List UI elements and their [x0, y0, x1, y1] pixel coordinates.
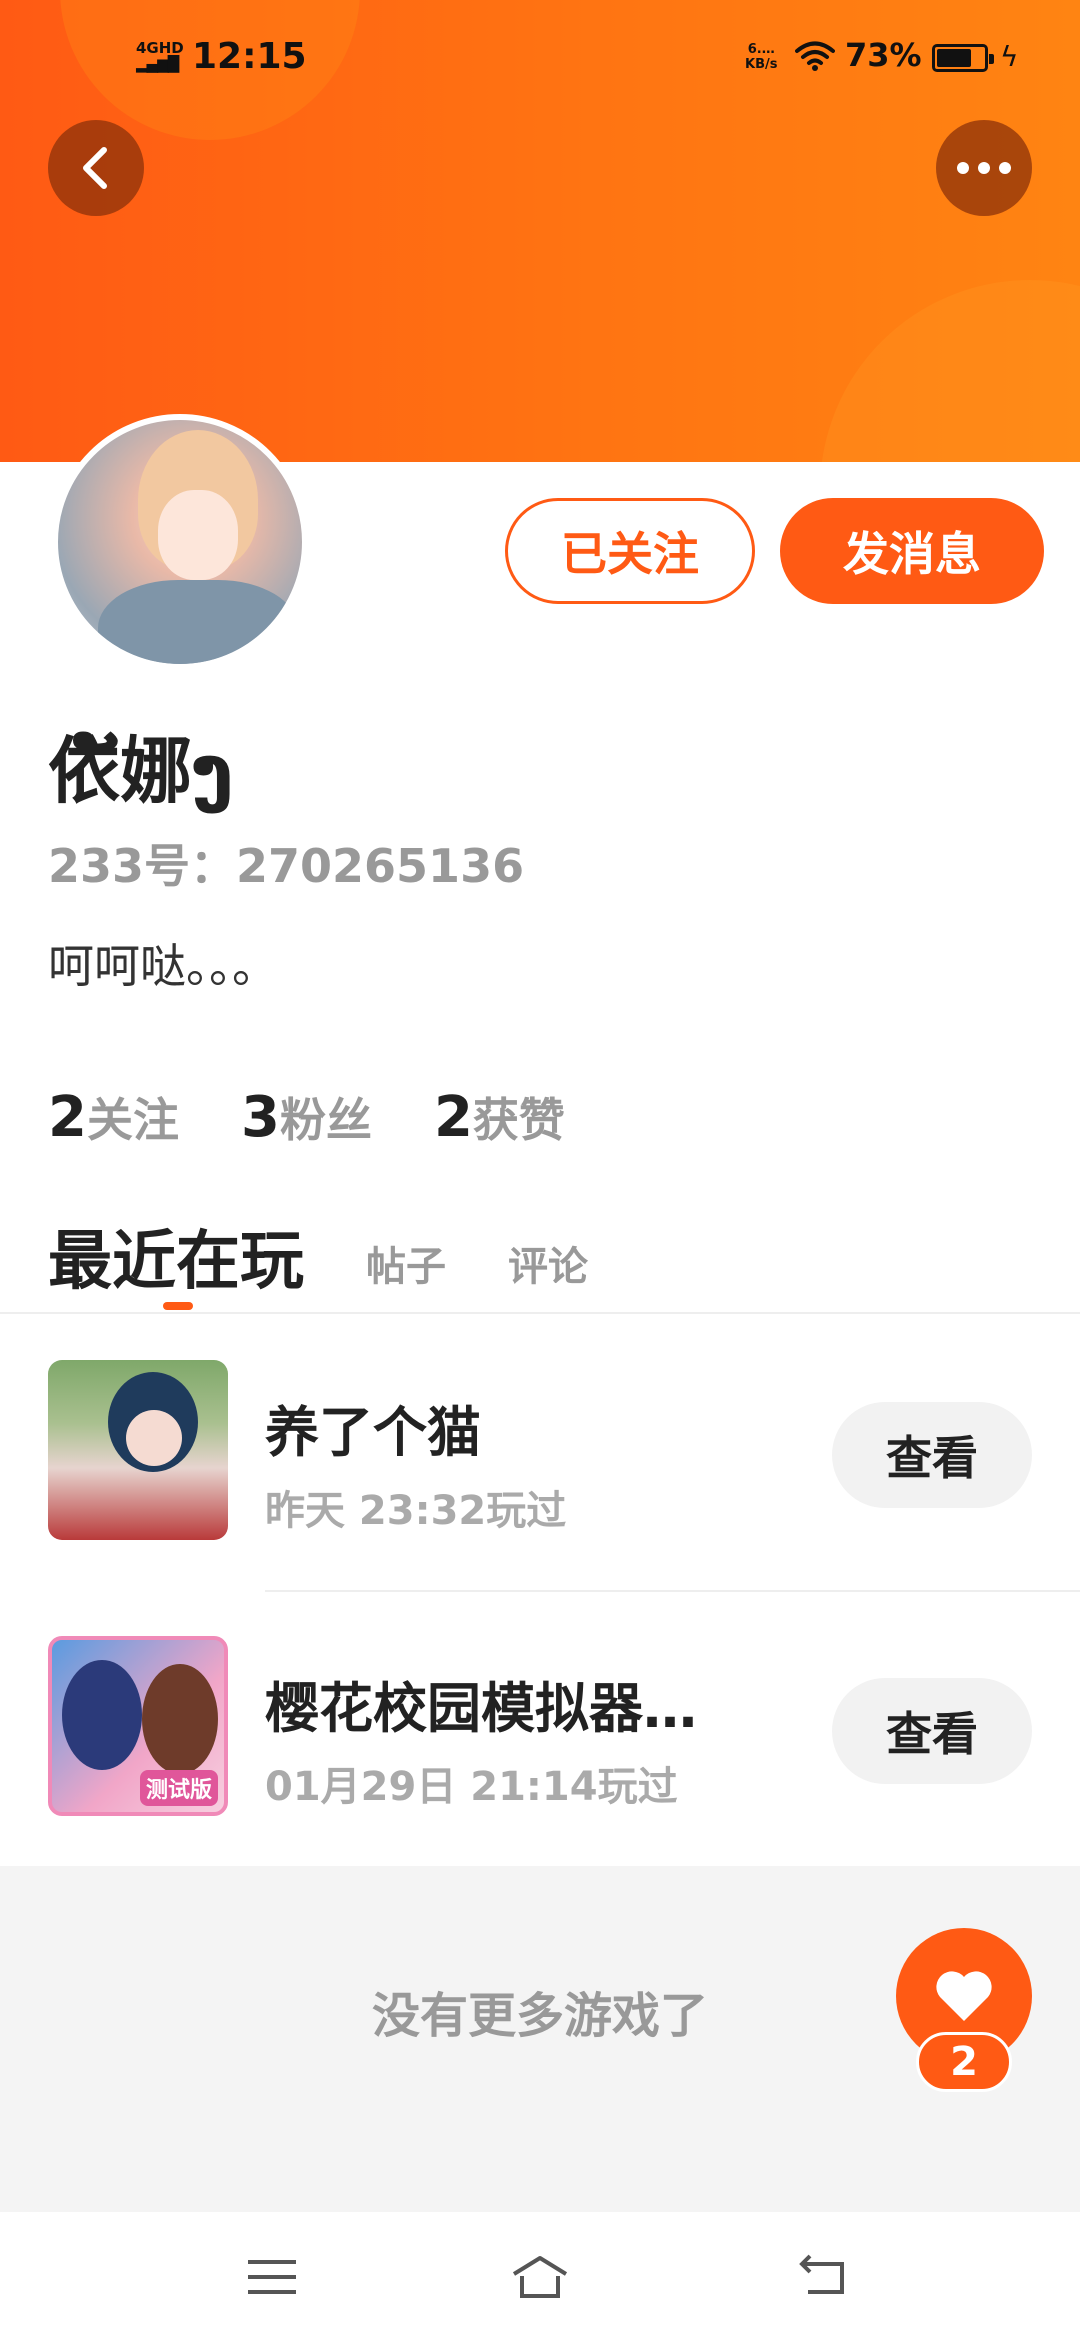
charging-icon: ϟ — [1000, 40, 1019, 73]
following-button[interactable]: 已关注 — [505, 498, 755, 604]
game-icon: 测试版 — [48, 1636, 228, 1816]
stats-row: 2关注 3粉丝 2获赞 — [48, 1084, 565, 1150]
battery-icon — [932, 44, 994, 72]
username: 依ັ娜ງ — [48, 729, 233, 813]
battery-percent: 73% — [845, 36, 922, 74]
active-tab-indicator — [163, 1302, 193, 1310]
stat-following[interactable]: 2关注 — [48, 1084, 179, 1150]
heart-icon — [936, 1971, 992, 2021]
game-last-played: 昨天 23:32玩过 — [265, 1488, 567, 1534]
network-speed-unit: KB/s — [745, 57, 778, 72]
back-button[interactable] — [48, 120, 144, 216]
game-icon — [48, 1360, 228, 1540]
home-icon[interactable] — [510, 2252, 570, 2302]
avatar[interactable] — [52, 414, 308, 670]
stat-fans-label: 粉丝 — [279, 1093, 372, 1147]
send-message-button[interactable]: 发消息 — [780, 498, 1044, 604]
status-bar: 4GHD ▂▄▆█ 12:15 6.… KB/s 73% ϟ — [0, 30, 1080, 90]
user-bio: 呵呵哒。。。 — [48, 939, 278, 993]
wifi-icon — [795, 41, 835, 71]
list-item[interactable]: 测试版 樱花校园模拟器… 01月29日 21:14玩过 查看 — [0, 1606, 1080, 1876]
like-count-badge: 2 — [916, 2032, 1012, 2092]
profile-header-banner: 4GHD ▂▄▆█ 12:15 6.… KB/s 73% ϟ — [0, 0, 1080, 462]
more-options-button[interactable] — [936, 120, 1032, 216]
tab-posts[interactable]: 帖子 — [366, 1234, 446, 1314]
beta-badge: 测试版 — [139, 1770, 218, 1806]
game-last-played: 01月29日 21:14玩过 — [265, 1764, 678, 1810]
more-dots-icon — [957, 162, 1011, 174]
menu-icon[interactable] — [242, 2252, 302, 2302]
tab-comments[interactable]: 评论 — [508, 1234, 588, 1314]
game-title: 樱花校园模拟器… — [265, 1677, 697, 1740]
tab-recently-played[interactable]: 最近在玩 — [48, 1210, 304, 1314]
tabs-divider — [0, 1312, 1080, 1314]
stat-likes[interactable]: 2获赞 — [434, 1084, 565, 1150]
signal-icon: ▂▄▆█ — [136, 55, 179, 73]
stat-likes-label: 获赞 — [472, 1093, 565, 1147]
list-divider — [265, 1590, 1080, 1592]
game-title: 养了个猫 — [265, 1401, 481, 1464]
network-speed-value: 6.… — [747, 42, 775, 57]
network-indicator: 4GHD ▂▄▆█ — [136, 40, 184, 72]
stat-following-label: 关注 — [86, 1093, 179, 1147]
chevron-left-icon — [83, 147, 107, 189]
system-nav-bar — [0, 2212, 1080, 2340]
network-speed: 6.… KB/s — [745, 42, 777, 72]
clock: 12:15 — [192, 36, 307, 77]
stat-fans[interactable]: 3粉丝 — [241, 1084, 372, 1150]
list-item[interactable]: 养了个猫 昨天 23:32玩过 查看 — [0, 1330, 1080, 1600]
stat-fans-count: 3 — [240, 1085, 280, 1150]
profile-tabs: 最近在玩 帖子 评论 — [48, 1204, 588, 1314]
view-game-button[interactable]: 查看 — [832, 1402, 1032, 1508]
view-game-button[interactable]: 查看 — [832, 1678, 1032, 1784]
stat-following-count: 2 — [48, 1085, 87, 1150]
user-id: 233号：270265136 — [48, 839, 525, 893]
header-decoration — [820, 280, 1080, 462]
stat-likes-count: 2 — [433, 1085, 473, 1150]
back-nav-icon[interactable] — [796, 2252, 856, 2302]
